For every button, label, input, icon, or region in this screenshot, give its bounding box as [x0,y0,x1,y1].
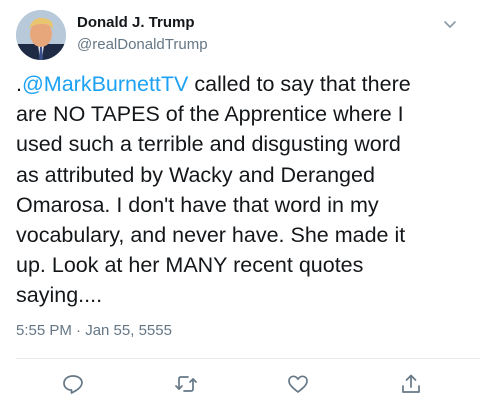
tweet-line: vocabulary, and never have. She made it [16,223,406,248]
chevron-down-icon[interactable] [442,16,458,32]
like-button[interactable] [286,372,310,396]
tweet-line: .@MarkBurnettTV called to say that there [16,69,466,99]
like-icon [288,375,308,393]
tweet-line: are NO TAPES of the Apprentice where I [16,102,404,127]
tweet-card: Donald J. Trump @realDonaldTrump .@MarkB… [0,0,480,410]
reply-button[interactable] [61,372,85,396]
tweet-text-segment: called to say that there [188,72,411,96]
tweet-text: .@MarkBurnettTV called to say that there… [16,69,466,311]
tweet-line: saying.... [16,283,103,308]
retweet-button[interactable] [174,372,198,396]
tweet-line: used such a terrible and disgusting word [16,132,401,157]
share-button[interactable] [399,372,423,396]
tweet-line: as attributed by Wacky and Deranged [16,162,375,187]
mention-link[interactable]: @MarkBurnettTV [22,72,188,96]
retweet-icon [175,376,197,392]
tweet-line: Omarosa. I don't have that word in my [16,192,379,217]
share-icon [402,374,420,393]
author-handle[interactable]: @realDonaldTrump [77,36,208,53]
reply-icon [63,375,83,394]
avatar[interactable] [16,10,66,60]
divider [16,358,480,359]
tweet-line: up. Look at her MANY recent quotes [16,253,364,278]
author-name[interactable]: Donald J. Trump [77,14,195,31]
tweet-timestamp[interactable]: 5:55 PM · Jan 55, 5555 [16,322,172,339]
